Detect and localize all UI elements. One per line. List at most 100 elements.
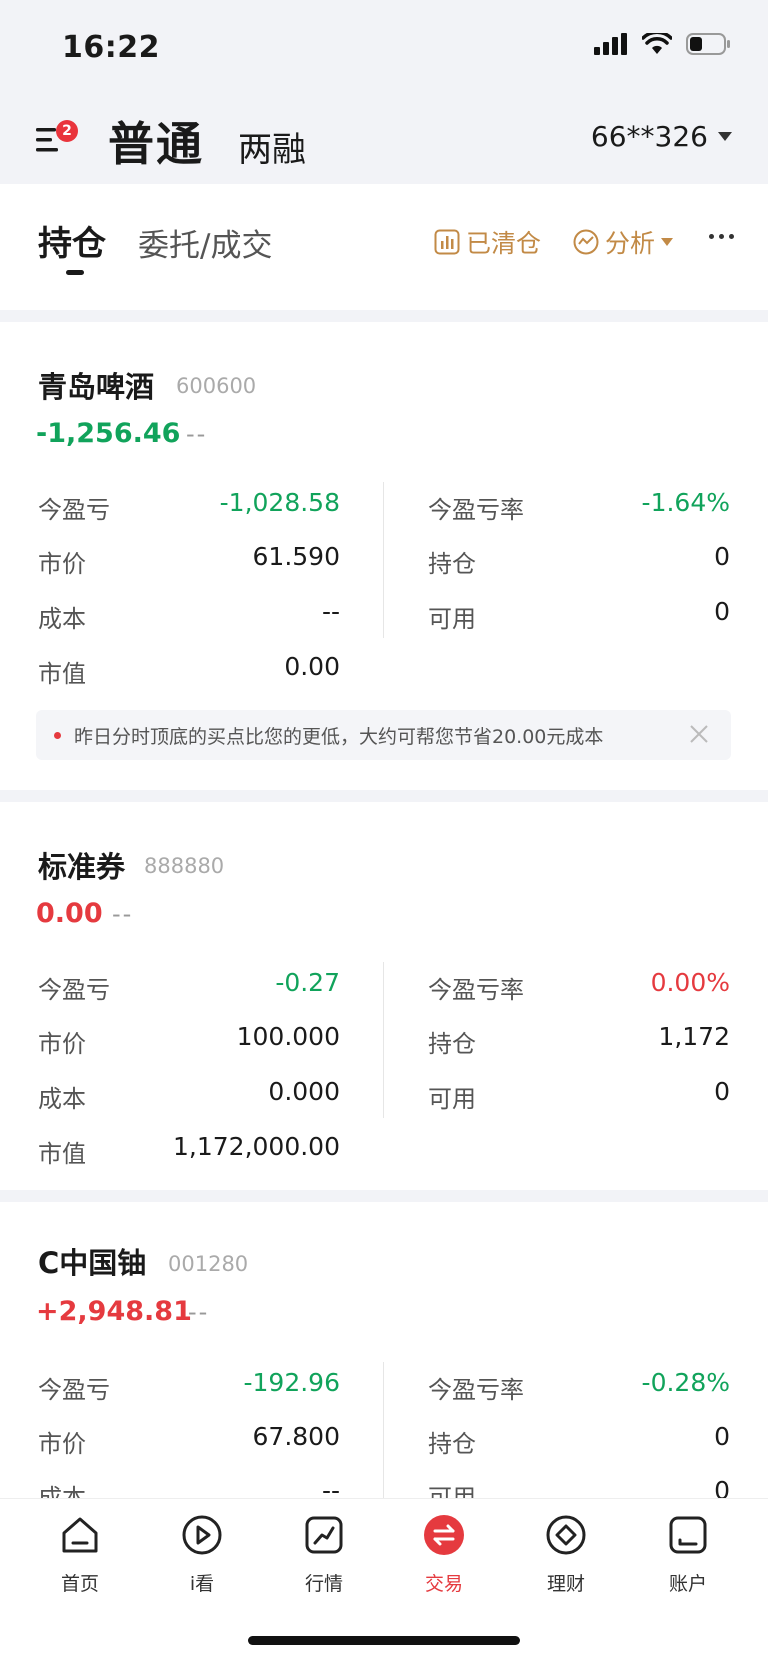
value-available: 0 xyxy=(714,1077,730,1106)
nav-account[interactable]: 账户 xyxy=(638,1513,738,1596)
nav-watch[interactable]: i看 xyxy=(152,1513,252,1596)
close-icon[interactable] xyxy=(687,722,711,746)
label-available: 可用 xyxy=(428,1085,476,1113)
stock-code: 600600 xyxy=(176,374,257,398)
value-position: 0 xyxy=(714,1422,730,1451)
label-available: 可用 xyxy=(428,605,476,633)
trade-exchange-icon xyxy=(424,1515,464,1555)
value-today-pnl-rate: -1.64% xyxy=(641,488,730,517)
value-available: 0 xyxy=(714,597,730,626)
value-price: 100.000 xyxy=(236,1022,340,1051)
account-icon xyxy=(669,1516,707,1554)
trend-analysis-icon xyxy=(573,229,599,255)
stock-code: 888880 xyxy=(144,854,225,878)
nav-market-label: 行情 xyxy=(304,1573,343,1595)
account-type-margin[interactable]: 两融 xyxy=(238,122,306,171)
value-price: 61.590 xyxy=(252,542,340,571)
nav-trade-label: 交易 xyxy=(424,1573,463,1595)
wifi-icon xyxy=(642,33,672,54)
home-icon xyxy=(62,1517,98,1553)
nav-watch-label: i看 xyxy=(189,1573,215,1595)
play-circle-icon xyxy=(182,1515,222,1555)
nav-home[interactable]: 首页 xyxy=(30,1513,130,1596)
value-cost: -- xyxy=(321,1476,340,1498)
tip-text: 昨日分时顶底的买点比您的更低，大约可帮您节省20.00元成本 xyxy=(74,726,604,748)
nav-wealth-label: 理财 xyxy=(546,1573,585,1595)
cost-saving-tip[interactable]: 昨日分时顶底的买点比您的更低，大约可帮您节省20.00元成本 xyxy=(36,710,731,760)
label-price: 市价 xyxy=(38,1430,86,1458)
tab-active-indicator xyxy=(66,270,84,275)
label-cost: 成本 xyxy=(38,1085,86,1113)
column-divider xyxy=(383,482,384,638)
label-price: 市价 xyxy=(38,550,86,578)
tab-holdings[interactable]: 持仓 xyxy=(38,216,106,265)
value-position: 0 xyxy=(714,542,730,571)
account-id: 66**326 xyxy=(590,120,708,153)
cleared-label: 已清仓 xyxy=(466,229,542,258)
value-available: 0 xyxy=(714,1476,730,1498)
nav-home-label: 首页 xyxy=(60,1573,99,1595)
value-today-pnl: -0.27 xyxy=(275,968,340,997)
label-today-pnl-rate: 今盈亏率 xyxy=(428,1376,524,1404)
more-icon[interactable] xyxy=(709,234,734,239)
nav-market[interactable]: 行情 xyxy=(274,1513,374,1596)
stock-name: C中国铀 xyxy=(38,1246,147,1280)
stock-code: 001280 xyxy=(168,1252,249,1276)
value-cost: -- xyxy=(321,597,340,626)
cleared-button[interactable]: 已清仓 xyxy=(434,224,541,260)
notification-badge: 2 xyxy=(56,120,78,142)
account-bar: 2 普通 两融 66**326 xyxy=(0,92,768,184)
nav-trade[interactable]: 交易 xyxy=(394,1513,494,1596)
status-icons xyxy=(594,32,732,56)
tab-orders[interactable]: 委托/成交 xyxy=(138,220,272,265)
home-indicator xyxy=(248,1636,520,1645)
stock-name: 标准券 xyxy=(38,850,126,884)
account-selector[interactable]: 66**326 xyxy=(591,120,732,153)
tip-dot-icon xyxy=(54,732,61,739)
label-position: 持仓 xyxy=(428,1030,476,1058)
status-bar: 16:22 xyxy=(0,0,768,92)
label-price: 市价 xyxy=(38,1030,86,1058)
analysis-label: 分析 xyxy=(605,229,656,258)
holding-pnl-rate: -- xyxy=(112,900,134,928)
value-position: 1,172 xyxy=(658,1022,730,1051)
label-today-pnl: 今盈亏 xyxy=(38,1376,110,1404)
holding-pnl: 0.00 xyxy=(36,898,103,929)
holding-card[interactable]: 标准券 888880 0.00 -- 今盈亏 -0.27 市价 100.000 … xyxy=(0,802,768,1190)
analysis-button[interactable]: 分析 xyxy=(573,224,674,260)
stock-name: 青岛啤酒 xyxy=(38,370,155,404)
wealth-diamond-icon xyxy=(546,1515,586,1555)
label-cost: 成本 xyxy=(38,1484,86,1498)
label-today-pnl: 今盈亏 xyxy=(38,976,110,1004)
account-type-normal[interactable]: 普通 xyxy=(108,108,204,174)
label-today-pnl: 今盈亏 xyxy=(38,496,110,524)
label-today-pnl-rate: 今盈亏率 xyxy=(428,976,524,1004)
holding-card[interactable]: C中国铀 001280 +2,948.81 -- 今盈亏 -192.96 市价 … xyxy=(0,1202,768,1498)
value-today-pnl-rate: -0.28% xyxy=(641,1368,730,1397)
bar-chart-icon xyxy=(434,229,460,255)
status-time: 16:22 xyxy=(62,30,160,65)
value-market-value: 0.00 xyxy=(284,652,340,681)
column-divider xyxy=(383,962,384,1118)
holding-pnl: +2,948.81 xyxy=(36,1296,192,1327)
nav-wealth[interactable]: 理财 xyxy=(516,1513,616,1596)
label-market-value: 市值 xyxy=(38,1140,86,1168)
nav-account-label: 账户 xyxy=(668,1573,707,1595)
label-position: 持仓 xyxy=(428,1430,476,1458)
holding-pnl-rate: -- xyxy=(186,420,208,448)
label-market-value: 市值 xyxy=(38,660,86,688)
value-today-pnl-rate: 0.00% xyxy=(650,968,730,997)
market-chart-icon xyxy=(305,1516,343,1554)
label-cost: 成本 xyxy=(38,605,86,633)
label-available: 可用 xyxy=(428,1484,476,1498)
chevron-down-icon xyxy=(718,132,732,141)
value-cost: 0.000 xyxy=(268,1077,340,1106)
value-price: 67.800 xyxy=(252,1422,340,1451)
battery-icon xyxy=(686,33,730,55)
value-market-value: 1,172,000.00 xyxy=(173,1132,340,1161)
value-today-pnl: -1,028.58 xyxy=(219,488,340,517)
column-divider xyxy=(383,1362,384,1498)
holding-pnl-rate: -- xyxy=(188,1298,210,1326)
cellular-signal-icon xyxy=(594,33,627,55)
tab-bar: 持仓 委托/成交 已清仓 分析 xyxy=(0,184,768,310)
